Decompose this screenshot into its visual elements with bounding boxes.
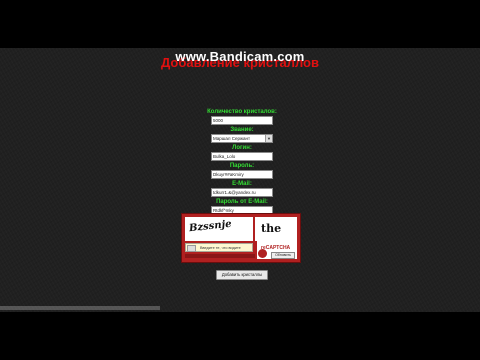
- recorder-watermark: www.Bandicam.com: [175, 49, 305, 64]
- email-input[interactable]: tdkurr1.&@yandex.ru: [211, 188, 273, 197]
- captcha-word-2: the: [261, 222, 282, 235]
- login-input[interactable]: Bulka_Lolo: [211, 152, 273, 161]
- rank-select[interactable]: Маршал Сержант ▼: [211, 134, 273, 143]
- captcha-image-1: Bzssnje: [185, 217, 253, 241]
- audio-icon[interactable]: [187, 245, 196, 252]
- login-label: Логин:: [232, 145, 252, 151]
- crystals-label: Количество кристалов:: [207, 109, 277, 115]
- rank-value: Маршал Сержант: [213, 136, 251, 141]
- add-crystals-button[interactable]: Добавить кристаллы: [216, 270, 268, 280]
- captcha-widget: Bzssnje the Введите те, что видите reCAP…: [181, 213, 301, 263]
- password-label: Пароль:: [229, 163, 255, 169]
- crystal-form: Количество кристалов: 5000 Звание: Марша…: [196, 109, 288, 217]
- email-label: E-Mail:: [232, 181, 252, 187]
- captcha-word-1: Bzssnje: [188, 218, 233, 235]
- chevron-down-icon[interactable]: ▼: [265, 135, 272, 142]
- recaptcha-logo-text: reCAPTCHA: [261, 245, 291, 251]
- captcha-refresh-button[interactable]: Обновить: [271, 252, 295, 259]
- email-password-label: Пароль от E-Mail:: [216, 199, 268, 205]
- top-letterbox: [0, 0, 480, 48]
- captcha-image-2: the: [255, 217, 297, 241]
- recaptcha-logo: reCAPTCHA Обновить: [257, 241, 297, 259]
- bottom-letterbox: [0, 312, 480, 360]
- rank-label: Звание:: [230, 127, 254, 133]
- crystals-input[interactable]: 5000: [211, 116, 273, 125]
- password-input[interactable]: Dkuyr##aKmiry: [211, 170, 273, 179]
- captcha-footer-bar: [185, 254, 255, 258]
- horizontal-scrollbar[interactable]: [0, 306, 160, 310]
